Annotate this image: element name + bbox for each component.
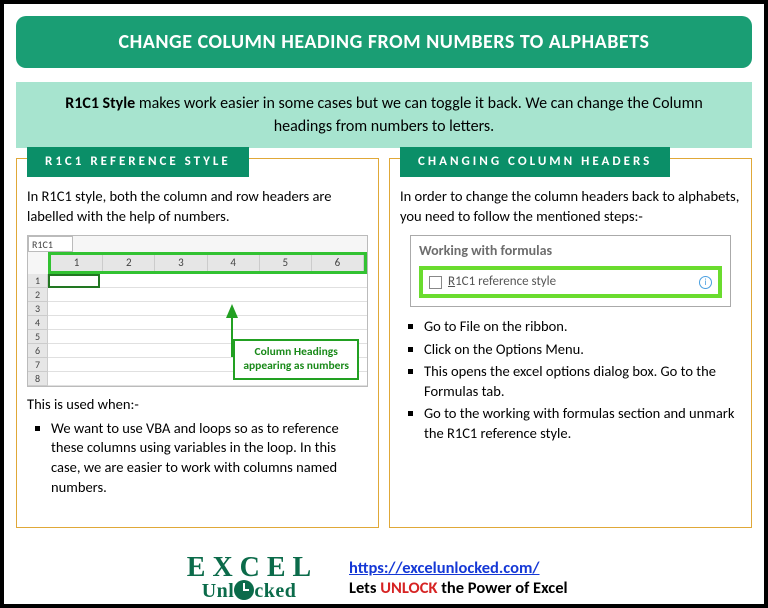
page-title: CHANGE COLUMN HEADING FROM NUMBERS TO AL…	[16, 16, 752, 68]
row-num: 1	[28, 274, 48, 288]
row-num: 8	[28, 372, 48, 386]
list-item: This opens the excel options dialog box.…	[424, 362, 741, 401]
footer-text: https://excelunlocked.com/ Lets UNLOCK t…	[349, 558, 568, 598]
callout-box: Column Headings appearing as numbers	[233, 339, 359, 381]
tagline: Lets UNLOCK the Power of Excel	[349, 578, 568, 598]
clock-icon	[234, 580, 254, 600]
callout-line2: appearing as numbers	[243, 359, 349, 373]
logo-line2: Unlcked	[164, 580, 334, 600]
subtitle-bold: R1C1 Style	[65, 94, 135, 113]
checkbox-label-rest: 1C1 reference style	[455, 274, 556, 289]
tagline-b: the Power of Excel	[437, 578, 567, 598]
row-num: 4	[28, 316, 48, 330]
left-panel-header: R1C1 REFERENCE STYLE	[27, 147, 249, 177]
info-icon: i	[699, 276, 712, 289]
brand-logo: E X C E L Unlcked	[164, 556, 334, 600]
checkbox-icon	[429, 276, 442, 289]
checkbox-accel: R	[448, 274, 455, 289]
list-item: Click on the Options Menu.	[424, 340, 741, 360]
list-item: Go to the working with formulas section …	[424, 404, 741, 443]
right-intro: In order to change the column headers ba…	[400, 187, 741, 226]
right-panel: CHANGING COLUMN HEADERS In order to chan…	[389, 158, 752, 528]
row-headers: 1 2 3 4 5 6 7 8	[28, 274, 48, 386]
left-bullets: We want to use VBA and loops so as to re…	[27, 419, 368, 497]
col-head: 4	[208, 255, 260, 272]
right-panel-header: CHANGING COLUMN HEADERS	[400, 147, 670, 177]
row-num: 2	[28, 288, 48, 302]
logo-text: Unl	[202, 580, 235, 602]
list-item: We want to use VBA and loops so as to re…	[51, 419, 368, 497]
column-headers-row: 1 2 3 4 5 6	[48, 252, 367, 275]
formula-options-figure: Working with formulas R1C1 reference sty…	[410, 235, 731, 307]
cell-area: Column Headings appearing as numbers	[48, 274, 367, 386]
left-panel: R1C1 REFERENCE STYLE In R1C1 style, both…	[16, 158, 379, 528]
row-num: 7	[28, 358, 48, 372]
used-when-label: This is used when:-	[27, 395, 368, 415]
two-column-layout: R1C1 REFERENCE STYLE In R1C1 style, both…	[16, 158, 752, 528]
row-num: 5	[28, 330, 48, 344]
col-head: 1	[51, 255, 103, 272]
excel-grid-figure: R1C1 1 2 3 4 5 6 1 2 3 4 5 6 7 8	[27, 235, 368, 388]
col-head: 5	[260, 255, 312, 272]
subtitle-text: makes work easier in some cases but we c…	[135, 94, 703, 136]
left-intro: In R1C1 style, both the column and row h…	[27, 187, 368, 226]
col-head: 2	[103, 255, 155, 272]
col-head: 3	[155, 255, 207, 272]
arrow-up-icon	[226, 304, 238, 318]
row-num: 3	[28, 302, 48, 316]
steps-list: Go to File on the ribbon. Click on the O…	[400, 317, 741, 443]
tagline-a: Lets	[349, 578, 380, 598]
website-link[interactable]: https://excelunlocked.com/	[349, 558, 540, 578]
logo-line1: E X C E L	[164, 556, 334, 580]
subtitle-banner: R1C1 Style makes work easier in some cas…	[16, 82, 752, 148]
logo-text: cked	[254, 580, 296, 602]
excel-namebox: R1C1	[28, 236, 73, 252]
row-num: 6	[28, 344, 48, 358]
col-head: 6	[312, 255, 364, 272]
list-item: Go to File on the ribbon.	[424, 317, 741, 337]
callout-line1: Column Headings	[254, 345, 337, 359]
r1c1-checkbox-row: R1C1 reference style i	[419, 266, 722, 298]
tagline-unlock: UNLOCK	[380, 578, 437, 598]
working-with-formulas-label: Working with formulas	[419, 242, 722, 261]
checkbox-label: R1C1 reference style	[448, 273, 556, 291]
selected-cell	[48, 274, 100, 288]
